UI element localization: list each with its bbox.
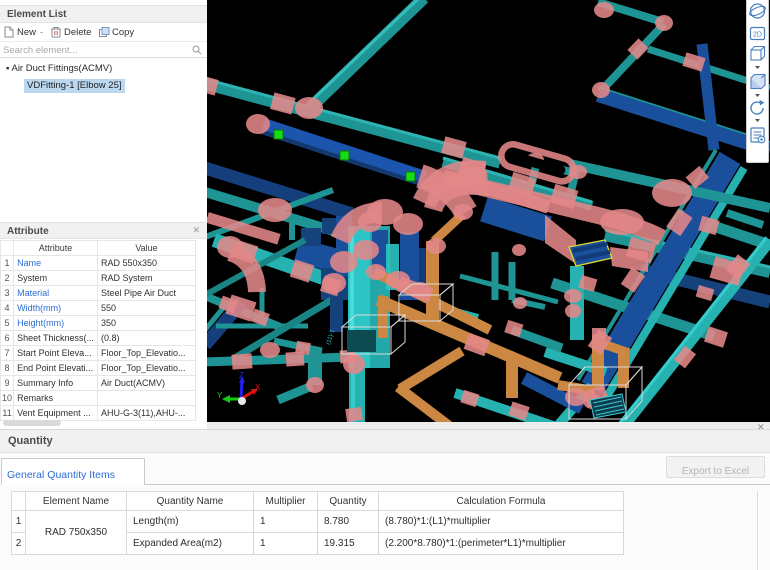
svg-text:Z: Z [239, 371, 244, 380]
svg-text:(11)-1: (11)-1 [326, 328, 336, 345]
svg-text:2D: 2D [753, 32, 762, 39]
svg-text:X: X [255, 383, 261, 392]
svg-text:Y: Y [217, 391, 223, 400]
